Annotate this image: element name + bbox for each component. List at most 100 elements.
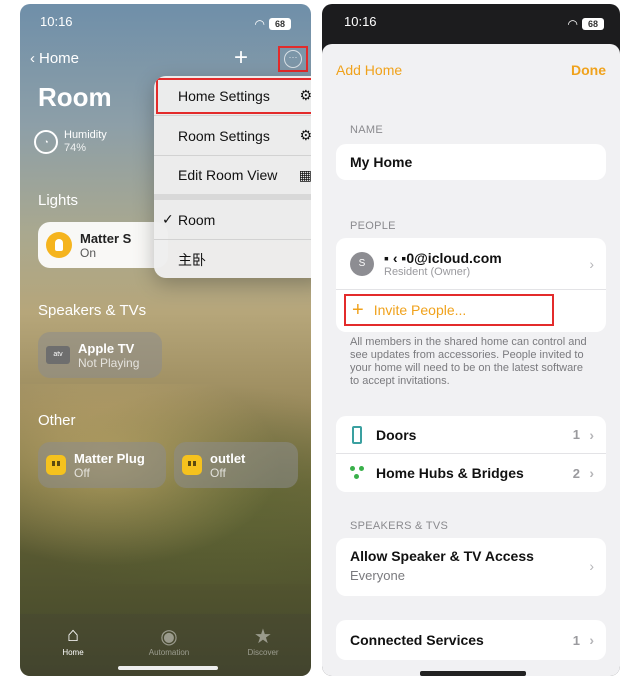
menu-item-label: Edit Room View — [178, 167, 278, 183]
humidity-icon: ◔ — [34, 130, 58, 154]
section-header-people: PEOPLE — [350, 220, 396, 232]
section-header-speakers: SPEAKERS & TVS — [350, 520, 449, 532]
menu-item-bedroom[interactable]: 主卧 — [154, 240, 311, 278]
speaker-access-row[interactable]: Allow Speaker & TV Access Everyone › — [336, 538, 606, 596]
home-name-card: My Home — [336, 144, 606, 180]
connected-services-row[interactable]: Connected Services 1 › — [336, 620, 606, 660]
tab-home[interactable]: ⌂ Home — [38, 624, 108, 657]
wifi-icon: ◠ — [567, 17, 578, 31]
invite-people-button[interactable]: + Invite People... — [344, 294, 554, 326]
invite-label: Invite People... — [373, 302, 467, 318]
tile-state: Off — [210, 465, 226, 480]
avatar: S — [350, 251, 374, 276]
chevron-right-icon: › — [589, 255, 594, 272]
humidity-label: Humidity — [64, 129, 107, 141]
row-value: Everyone — [350, 568, 405, 583]
plug-icon — [46, 455, 66, 475]
checkmark-icon: ✓ — [162, 211, 174, 227]
menu-item-room-settings[interactable]: Room Settings ⚙ — [154, 116, 311, 156]
row-label: Home Hubs & Bridges — [376, 465, 524, 481]
section-other: Other — [38, 412, 76, 429]
menu-item-label: Room — [178, 211, 216, 228]
row-count: 1 — [572, 632, 580, 648]
home-settings-screen: 10:16 ◠ 68 Add Home Done NAME My Home PE… — [322, 4, 620, 676]
home-icon: ⌂ — [66, 624, 80, 646]
home-indicator — [420, 671, 526, 676]
add-home-button[interactable]: Add Home — [336, 62, 402, 78]
person-email: ▪ ‹ ▪0@icloud.com — [384, 249, 502, 266]
tab-automation[interactable]: ◉ Automation — [134, 624, 204, 657]
connected-services-card: Connected Services 1 › — [336, 620, 606, 660]
chevron-right-icon: › — [589, 558, 594, 574]
door-icon — [352, 425, 362, 444]
home-hubs-row[interactable]: Home Hubs & Bridges 2 › — [336, 454, 606, 492]
battery-icon: 68 — [269, 18, 291, 30]
status-time: 10:16 — [40, 14, 73, 29]
apple-tv-icon: atv — [46, 346, 70, 364]
humidity-status[interactable]: ◔ Humidity 74% — [34, 129, 107, 155]
home-name-field[interactable]: My Home — [336, 144, 606, 180]
tab-label: Automation — [148, 648, 190, 657]
row-label: Connected Services — [350, 632, 484, 648]
humidity-value: 74% — [64, 142, 87, 154]
tab-discover[interactable]: ★ Discover — [228, 624, 298, 657]
back-button[interactable]: ‹ Home — [30, 50, 79, 67]
row-label: Allow Speaker & TV Access — [350, 548, 534, 564]
person-role: Resident (Owner) — [384, 265, 471, 278]
gear-icon: ⚙ — [299, 87, 311, 103]
tile-matter-plug[interactable]: Matter Plug Off — [38, 442, 166, 488]
menu-item-label: Room Settings — [178, 127, 270, 144]
tile-name: outlet — [210, 450, 246, 466]
menu-item-edit-room-view[interactable]: Edit Room View ▦ — [154, 156, 311, 200]
battery-icon: 68 — [582, 18, 604, 30]
people-footnote: All members in the shared home can contr… — [350, 336, 587, 387]
sheet-nav-bar: Add Home Done — [336, 62, 606, 82]
tab-label: Discover — [247, 648, 279, 657]
tile-name: Matter S — [80, 230, 132, 246]
nav-bar: ‹ Home + ··· — [30, 44, 308, 72]
plus-icon: + — [352, 298, 364, 321]
speaker-access-card: Allow Speaker & TV Access Everyone › — [336, 538, 606, 596]
chevron-right-icon: › — [589, 426, 594, 443]
tile-state: On — [80, 245, 97, 260]
tile-state: Off — [74, 465, 90, 480]
tile-matter-light[interactable]: Matter S On — [38, 222, 168, 268]
menu-item-home-settings[interactable]: Home Settings ⚙ — [154, 76, 311, 116]
row-count: 2 — [572, 465, 580, 481]
tile-state: Not Playing — [78, 355, 140, 370]
section-lights: Lights — [38, 192, 79, 209]
tile-outlet[interactable]: outlet Off — [174, 442, 298, 488]
tile-name: Matter Plug — [74, 450, 145, 466]
row-label: Doors — [376, 426, 417, 443]
hub-icon — [350, 466, 364, 480]
person-row[interactable]: S ▪ ‹ ▪0@icloud.com Resident (Owner) › — [336, 238, 606, 290]
tab-bar: ⌂ Home ◉ Automation ★ Discover — [20, 614, 311, 676]
row-count: 1 — [572, 427, 580, 442]
home-indicator — [118, 666, 218, 670]
chevron-right-icon: › — [589, 632, 594, 648]
done-button[interactable]: Done — [571, 62, 606, 78]
doors-row[interactable]: Doors 1 › — [336, 416, 606, 454]
tile-apple-tv[interactable]: atv Apple TV Not Playing — [38, 332, 162, 378]
plug-icon — [182, 455, 202, 475]
status-time: 10:16 — [344, 14, 377, 29]
star-icon: ★ — [254, 626, 272, 648]
rooms-card: Doors 1 › Home Hubs & Bridges 2 › — [336, 416, 606, 492]
menu-item-room[interactable]: ✓ Room — [154, 200, 311, 240]
tile-name: Apple TV — [78, 340, 135, 356]
lightbulb-icon — [46, 232, 72, 258]
menu-item-label: Home Settings — [178, 87, 270, 104]
gear-icon: ⚙ — [299, 127, 311, 143]
more-menu: Home Settings ⚙ Room Settings ⚙ Edit Roo… — [154, 76, 311, 278]
status-bar: 10:16 ◠ 68 — [40, 14, 291, 34]
back-label: Home — [39, 50, 80, 67]
more-button[interactable]: ··· — [278, 46, 308, 72]
chevron-right-icon: › — [589, 465, 594, 481]
menu-item-label: 主卧 — [178, 252, 206, 268]
page-title: Room — [38, 82, 112, 112]
ellipsis-icon: ··· — [284, 50, 302, 68]
add-button[interactable]: + — [234, 44, 248, 72]
section-header-name: NAME — [350, 124, 383, 136]
chevron-left-icon: ‹ — [30, 50, 35, 67]
automation-icon: ◉ — [160, 626, 178, 648]
